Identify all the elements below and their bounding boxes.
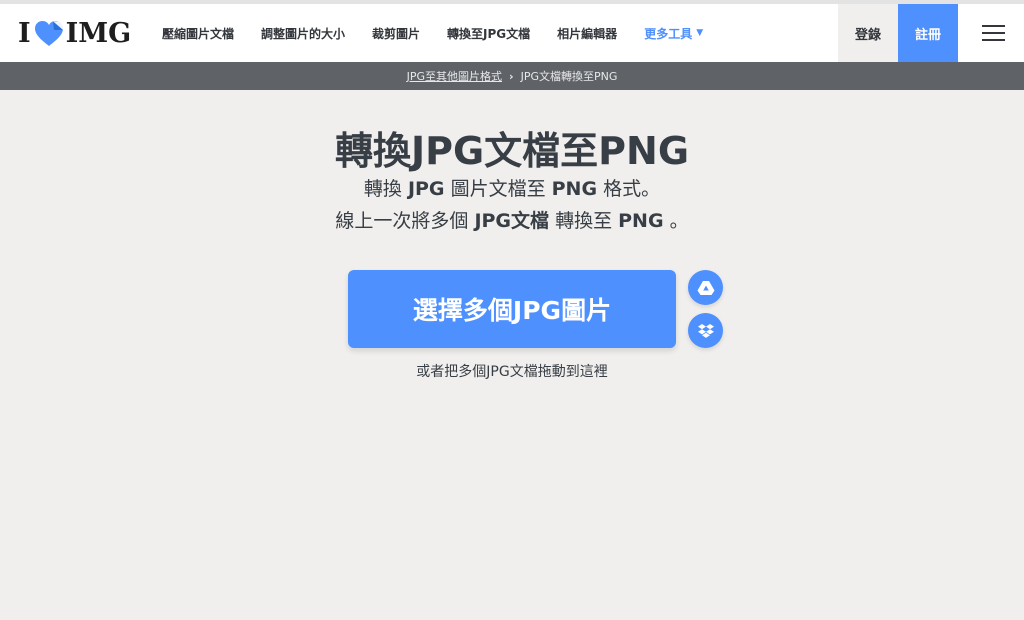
dropbox-icon (697, 323, 714, 338)
subtitle2-part: 。 (663, 210, 689, 232)
more-tools-label: 更多工具 (644, 26, 693, 41)
ilovemg-logo[interactable]: I IMG (18, 17, 132, 49)
drag-drop-hint: 或者把多個JPG文檔拖動到這裡 (416, 364, 608, 380)
subtitle1-part: 格式。 (597, 178, 661, 200)
select-images-button[interactable]: 選擇多個JPG圖片 (348, 270, 676, 348)
subtitle1-part: 圖片文檔至 (444, 178, 552, 200)
login-button[interactable]: 登錄 (838, 4, 898, 62)
subtitle1-part: 轉換 (363, 178, 408, 200)
top-navigation-bar: I IMG 壓縮圖片文檔 調整圖片的大小 裁剪圖片 轉換至JPG文檔 相片編輯器… (0, 0, 1024, 62)
caret-down-icon: ▼ (696, 28, 704, 38)
subtitle2-part: 線上一次將多個 (335, 210, 475, 232)
google-drive-icon (697, 280, 714, 295)
page-subtitle-1: 轉換 JPG 圖片文檔至 PNG 格式。 (0, 174, 1024, 201)
subtitle2-bold: PNG (618, 210, 664, 232)
heart-icon (34, 21, 63, 46)
logo-text-right: IMG (65, 17, 132, 49)
breadcrumb-current: JPG文檔轉換至PNG (520, 70, 618, 83)
nav-compress-image[interactable]: 壓縮圖片文檔 (162, 25, 234, 42)
nav-crop-image[interactable]: 裁剪圖片 (372, 25, 420, 42)
breadcrumb: JPG至其他圖片格式 › JPG文檔轉換至PNG (0, 62, 1024, 90)
register-button[interactable]: 註冊 (898, 4, 958, 62)
subtitle1-bold: JPG (407, 178, 445, 200)
menu-line (982, 25, 1005, 27)
nav-resize-image[interactable]: 調整圖片的大小 (261, 25, 345, 42)
dropbox-button[interactable] (688, 313, 723, 348)
menu-line (982, 39, 1005, 41)
page-title: 轉換JPG文檔至PNG (334, 129, 690, 173)
hamburger-icon[interactable] (972, 20, 1012, 46)
breadcrumb-parent-link[interactable]: JPG至其他圖片格式 (407, 68, 502, 84)
logo-text-left: I (18, 17, 31, 49)
nav-convert-to-jpg[interactable]: 轉換至JPG文檔 (447, 25, 530, 42)
nav-more-tools[interactable]: 更多工具 ▼ (644, 25, 703, 42)
subtitle1-bold: PNG (551, 178, 598, 200)
subtitle2-part: 轉換至 (549, 210, 619, 232)
google-drive-button[interactable] (688, 270, 723, 305)
page-subtitle-2: 線上一次將多個 JPG文檔 轉換至 PNG 。 (0, 206, 1024, 233)
subtitle2-bold: JPG文檔 (474, 210, 550, 232)
nav-photo-editor[interactable]: 相片編輯器 (557, 25, 617, 42)
menu-line (982, 32, 1005, 34)
chevron-right-icon: › (509, 69, 514, 83)
main-nav: 壓縮圖片文檔 調整圖片的大小 裁剪圖片 轉換至JPG文檔 相片編輯器 更多工具 … (162, 4, 730, 62)
